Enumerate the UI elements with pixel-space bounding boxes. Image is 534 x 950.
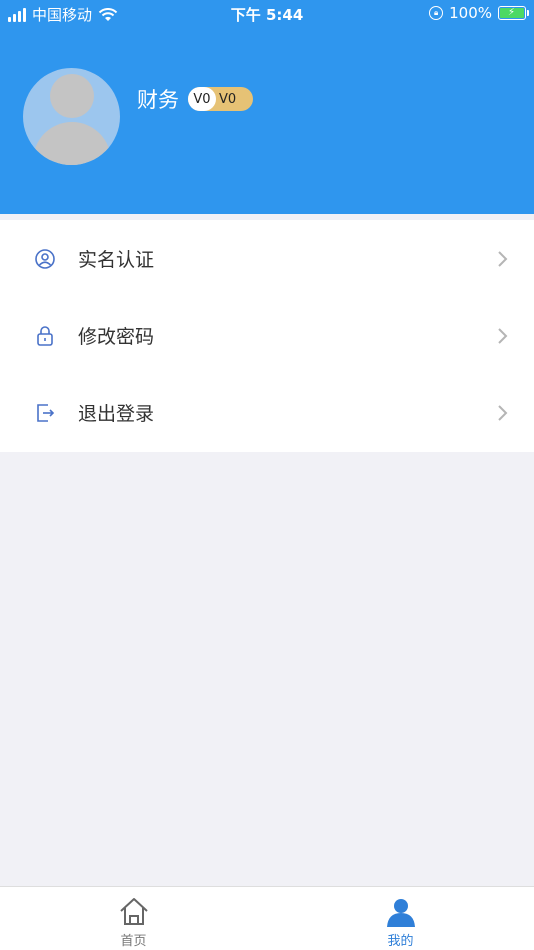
user-circle-icon: [34, 248, 56, 270]
tab-label: 首页: [120, 934, 147, 949]
user-icon: [386, 899, 415, 927]
tab-mine[interactable]: 我的: [267, 887, 534, 950]
status-bar: 中国移动 下午 5:44 🔒︎ 100% ⚡︎: [0, 0, 534, 28]
menu-item-label: 实名认证: [78, 249, 155, 271]
level-badge: V0 V0: [188, 87, 253, 111]
level-badge-left: V0: [188, 87, 216, 111]
rotation-lock-icon: 🔒︎: [429, 6, 444, 20]
chevron-right-icon: [498, 404, 508, 421]
profile-header: 中国移动 下午 5:44 🔒︎ 100% ⚡︎ 财务 V0 V0: [0, 0, 534, 214]
lock-icon: [34, 325, 56, 347]
menu-item-real-name[interactable]: 实名认证: [0, 220, 534, 297]
settings-menu: 实名认证 修改密码 退出登录: [0, 220, 534, 452]
chevron-right-icon: [498, 327, 508, 344]
tab-label: 我的: [387, 934, 414, 949]
menu-item-change-password[interactable]: 修改密码: [0, 297, 534, 374]
menu-item-logout[interactable]: 退出登录: [0, 374, 534, 451]
home-icon: [119, 898, 148, 925]
logout-icon: [34, 402, 56, 424]
menu-item-label: 退出登录: [78, 403, 155, 425]
level-badge-right: V0: [219, 91, 237, 107]
user-name: 财务: [137, 88, 179, 112]
status-right: 🔒︎ 100% ⚡︎: [429, 4, 529, 22]
chevron-right-icon: [498, 250, 508, 267]
tab-home[interactable]: 首页: [0, 887, 267, 950]
tab-bar: 首页 我的: [0, 886, 534, 950]
avatar[interactable]: [23, 68, 120, 165]
menu-item-label: 修改密码: [78, 326, 155, 348]
battery-icon: ⚡︎: [498, 6, 529, 20]
battery-percent: 100%: [449, 4, 492, 22]
